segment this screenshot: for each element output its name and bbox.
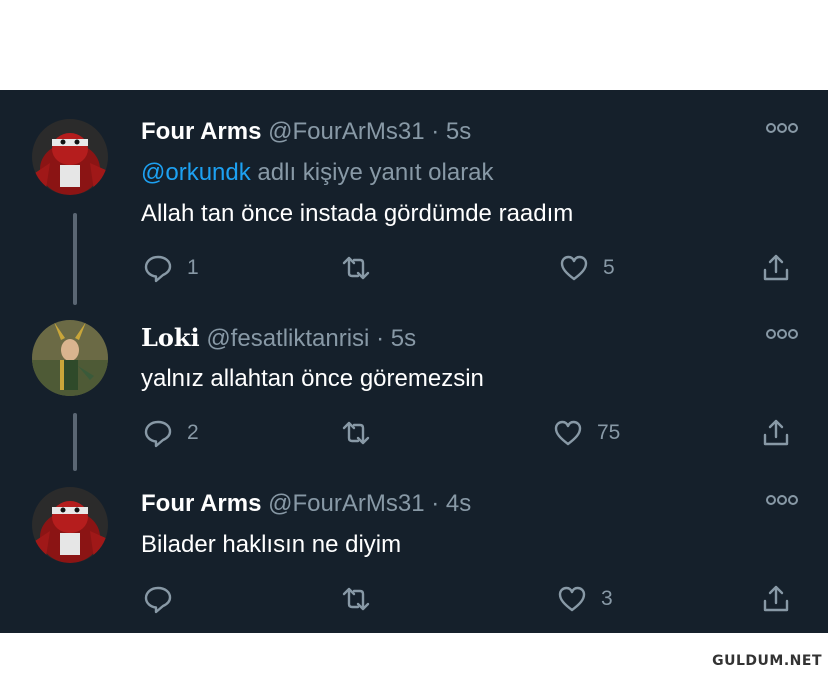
more-icon[interactable] [766,121,798,135]
like-button[interactable]: 5 [559,251,615,285]
user-handle[interactable]: @FourArMs31 [268,118,424,145]
reply-context-label: adlı kişiye yanıt olarak [257,159,494,186]
avatar[interactable] [32,119,108,195]
thread-line [73,413,77,471]
retweet-button[interactable] [341,416,385,450]
like-count: 75 [597,421,621,444]
separator: · [431,490,440,517]
tweet-text: yalnız allahtan önce göremezsin [141,365,484,392]
retweet-icon [342,421,370,445]
avatar[interactable] [32,320,108,396]
tweet-header: Loki @fesatliktanrisi · 5s [141,323,416,354]
user-handle[interactable]: @FourArMs31 [268,490,424,517]
tweet-header: Four Arms @FourArMs31 · 5s [141,117,471,147]
reply-icon [144,586,172,614]
retweet-icon [342,587,370,611]
like-button[interactable]: 3 [557,582,613,616]
reply-count: 1 [187,256,199,279]
reply-context: @orkundk adlı kişiye yanıt olarak [141,158,494,188]
like-count: 3 [601,587,613,610]
display-name[interactable]: Four Arms [141,118,261,145]
tweet-text: Allah tan önce instada gördümde raadım [141,200,574,227]
retweet-icon [342,256,370,280]
timestamp[interactable]: 5s [391,325,416,352]
share-button[interactable] [761,582,791,616]
tweet-text: Bilader haklısın ne diyim [141,531,402,558]
user-handle[interactable]: @fesatliktanrisi [206,325,369,352]
like-count: 5 [603,256,615,279]
reply-count: 2 [187,421,199,444]
timestamp[interactable]: 4s [446,490,471,517]
share-button[interactable] [761,251,791,285]
display-name[interactable]: Four Arms [141,490,261,517]
separator: · [376,325,385,352]
tweet-actions: 3 [141,582,801,616]
mention-link[interactable]: @orkundk [141,159,251,186]
tweet-actions: 2 75 [141,416,801,450]
more-icon[interactable] [766,493,798,507]
reply-icon [144,255,172,283]
timestamp[interactable]: 5s [446,118,471,145]
reply-button[interactable]: 1 [143,251,199,285]
share-icon [763,254,789,281]
thread-line [73,213,77,305]
share-icon [763,419,789,446]
reply-icon [144,420,172,448]
like-icon [560,255,588,281]
retweet-button[interactable] [341,582,385,616]
tweet-actions: 1 5 [141,251,801,285]
separator: · [431,118,440,145]
tweet-header: Four Arms @FourArMs31 · 4s [141,489,471,519]
display-name[interactable]: Loki [141,323,200,352]
share-button[interactable] [761,416,791,450]
avatar[interactable] [32,487,108,563]
more-icon[interactable] [766,327,798,341]
reply-button[interactable]: 2 [143,416,199,450]
watermark: GULDUM.NET [712,653,822,669]
retweet-button[interactable] [341,251,385,285]
like-button[interactable]: 75 [553,416,620,450]
share-icon [763,585,789,612]
like-icon [554,420,582,446]
reply-button[interactable] [143,582,187,616]
like-icon [558,586,586,612]
timeline-panel: Four Arms @FourArMs31 · 5s @orkundk adlı… [0,90,828,633]
